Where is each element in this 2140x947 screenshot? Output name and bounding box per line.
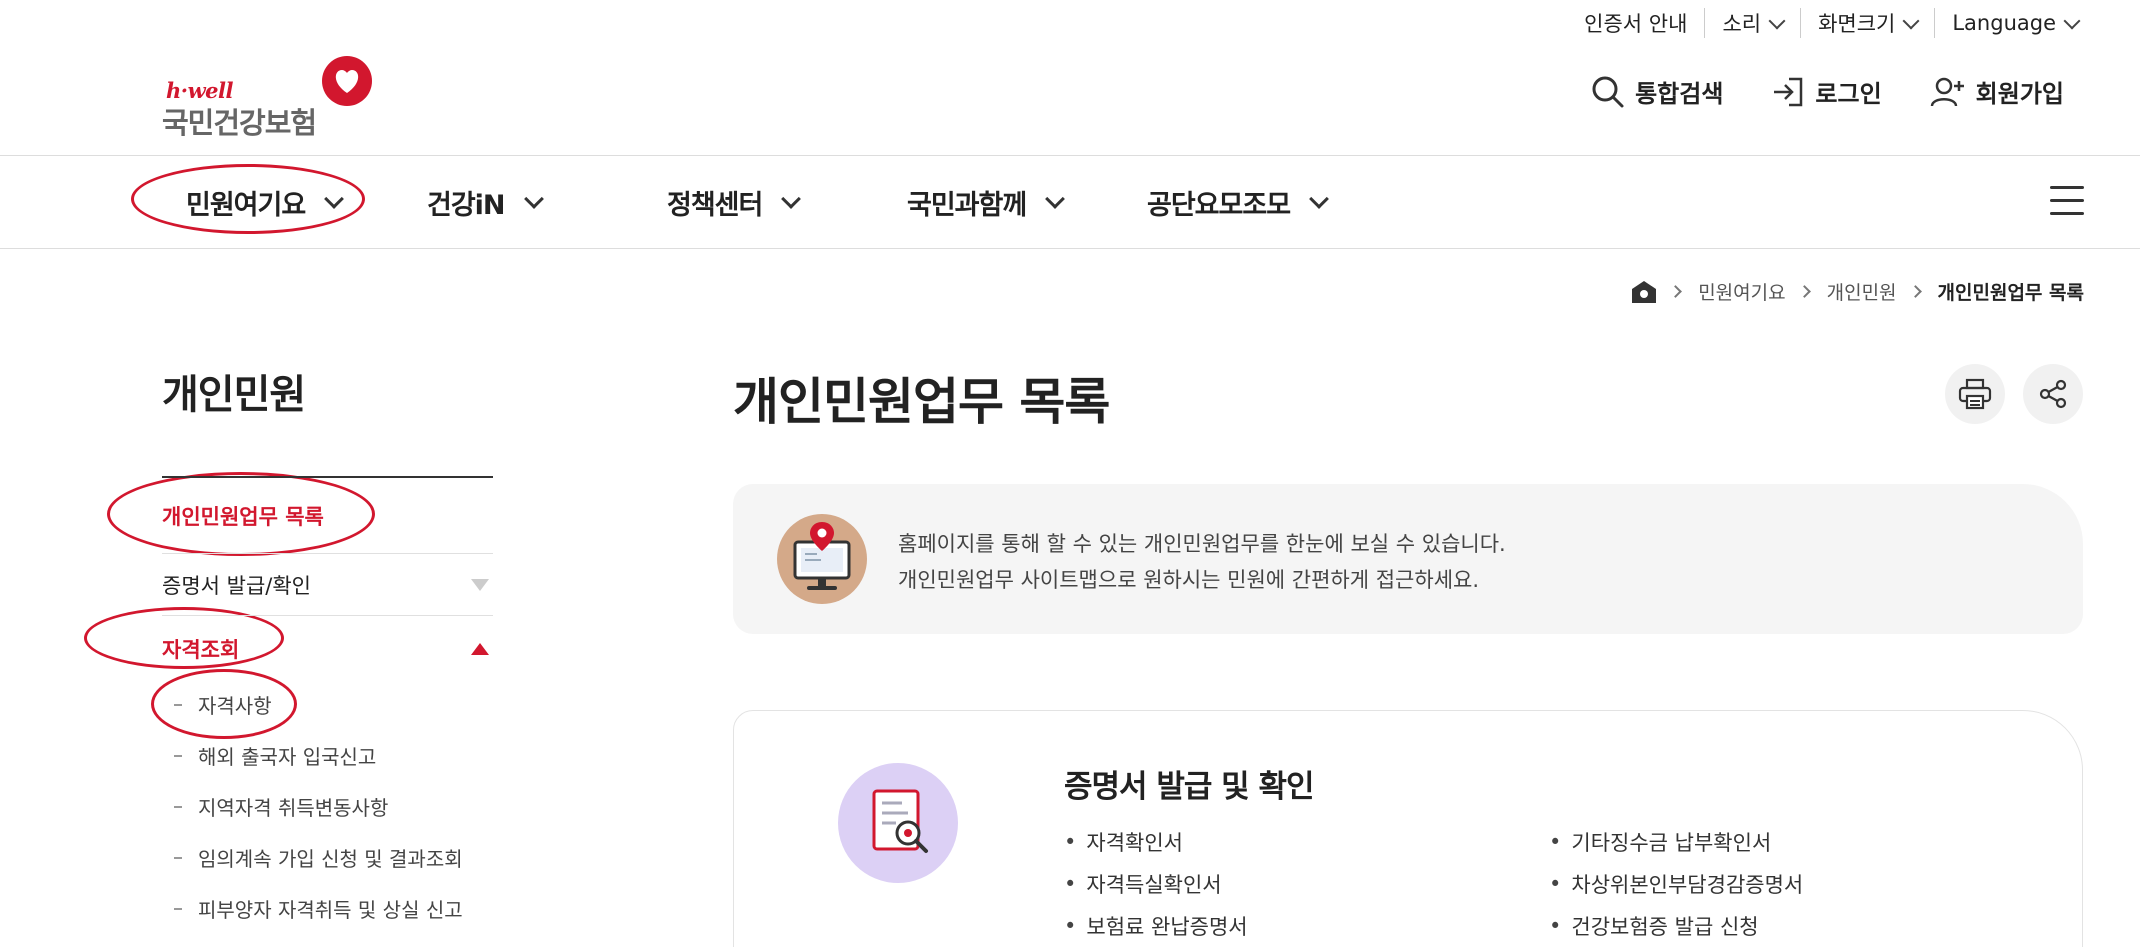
dash-icon	[174, 805, 182, 808]
login-button[interactable]: 로그인	[1771, 74, 1882, 109]
language-menu[interactable]: Language	[1934, 8, 2081, 38]
list-item[interactable]: 기타징수금 납부확인서	[1549, 821, 1803, 863]
triangle-up-icon	[471, 643, 489, 655]
share-icon	[2039, 379, 2067, 409]
breadcrumb-separator-icon	[1797, 285, 1811, 298]
print-button[interactable]	[1945, 364, 2005, 424]
breadcrumb-current: 개인민원업무 목록	[1937, 282, 2084, 304]
sidebar-subitem-voluntary-continuation[interactable]: 임의계속 가입 신청 및 결과조회	[174, 843, 463, 872]
gnb-item-with-public[interactable]: 국민과함께	[907, 156, 1066, 248]
chevron-down-icon	[2063, 12, 2081, 30]
list-item[interactable]: 보험료 완납증명서	[1064, 905, 1247, 947]
card-list-right: 기타징수금 납부확인서 차상위본인부담경감증명서 건강보험증 발급 신청	[1549, 821, 1803, 947]
sidebar-title: 개인민원	[162, 372, 306, 418]
sidebar-subitem-regional-change[interactable]: 지역자격 취득변동사항	[174, 792, 388, 821]
gnb-item-policy[interactable]: 정책센터	[667, 156, 802, 248]
breadcrumb-level1[interactable]: 민원여기요	[1698, 278, 1785, 305]
breadcrumb: 민원여기요 개인민원 개인민원업무 목록	[1631, 278, 2084, 305]
list-item[interactable]: 자격득실확인서	[1064, 863, 1248, 905]
page-title: 개인민원업무 목록	[733, 373, 1110, 431]
sidebar-item-certificate[interactable]: 증명서 발급/확인	[162, 554, 493, 616]
chevron-down-icon	[1768, 12, 1786, 30]
chevron-down-icon	[523, 189, 544, 209]
dash-icon	[174, 856, 182, 859]
cert-guide-link[interactable]: 인증서 안내	[1584, 8, 1704, 38]
search-icon	[1592, 76, 1624, 107]
gnb-item-health-in[interactable]: 건강iN	[427, 156, 544, 248]
screen-size-menu[interactable]: 화면크기	[1800, 8, 1934, 38]
chevron-down-icon	[1045, 189, 1066, 209]
sidebar-item-qualification[interactable]: 자격조회	[162, 618, 493, 680]
card-title: 증명서 발급 및 확인	[1064, 769, 1315, 805]
hamburger-menu-icon[interactable]	[2050, 186, 2084, 216]
dash-icon	[174, 907, 182, 910]
sound-menu[interactable]: 소리	[1704, 8, 1800, 38]
signup-button[interactable]: 회원가입	[1930, 74, 2064, 109]
sidebar-subitem-overseas-entry[interactable]: 해외 출국자 입국신고	[174, 741, 376, 770]
sidebar-item-personal-list[interactable]: 개인민원업무 목록	[162, 478, 493, 554]
account-actions: 통합검색 로그인 회원가입	[1543, 74, 2064, 109]
logo-name: 국민건강보험	[162, 106, 317, 140]
sidebar-subitem-dependent[interactable]: 피부양자 자격취득 및 상실 신고	[174, 894, 463, 923]
triangle-down-icon	[471, 578, 489, 591]
chevron-down-icon	[1902, 12, 1920, 30]
info-text: 홈페이지를 통해 할 수 있는 개인민원업무를 한눈에 보실 수 있습니다. 개…	[898, 532, 1506, 592]
breadcrumb-level2[interactable]: 개인민원	[1827, 278, 1897, 305]
list-item[interactable]: 차상위본인부담경감증명서	[1549, 863, 1803, 905]
gnb-item-about[interactable]: 공단요모조모	[1147, 156, 1329, 248]
dash-icon	[174, 754, 182, 757]
document-search-icon	[838, 763, 958, 883]
certificate-card: 증명서 발급 및 확인 자격확인서 자격득실확인서 보험료 완납증명서 기타징수…	[733, 710, 2083, 947]
utility-bar: 인증서 안내 소리 화면크기 Language	[1584, 8, 2081, 38]
logo-heart-icon	[322, 56, 372, 106]
share-button[interactable]	[2023, 364, 2083, 424]
breadcrumb-separator-icon	[1908, 285, 1922, 298]
main-navigation: 민원여기요 건강iN 정책센터 국민과함께 공단요모조모	[0, 155, 2140, 249]
integrated-search-button[interactable]: 통합검색	[1591, 74, 1723, 109]
breadcrumb-separator-icon	[1669, 285, 1683, 298]
user-plus-icon	[1930, 77, 1964, 106]
login-icon	[1774, 77, 1803, 106]
dash-icon	[174, 703, 182, 706]
info-box: 홈페이지를 통해 할 수 있는 개인민원업무를 한눈에 보실 수 있습니다. 개…	[733, 484, 2083, 634]
chevron-down-icon	[324, 189, 345, 209]
sidebar-subitem-qualification-info[interactable]: 자격사항	[174, 690, 272, 719]
monitor-pin-icon	[777, 514, 867, 604]
gnb-item-minwon[interactable]: 민원여기요	[186, 156, 345, 248]
chevron-down-icon	[1309, 189, 1329, 209]
site-logo[interactable]: h·well 국민건강보험	[160, 56, 380, 140]
list-item[interactable]: 자격확인서	[1064, 821, 1248, 863]
list-item[interactable]: 건강보험증 발급 신청	[1549, 905, 1803, 947]
home-icon[interactable]	[1631, 280, 1657, 304]
card-list-left: 자격확인서 자격득실확인서 보험료 완납증명서	[1064, 821, 1248, 947]
printer-icon	[1958, 378, 1992, 410]
chevron-down-icon	[781, 189, 802, 209]
